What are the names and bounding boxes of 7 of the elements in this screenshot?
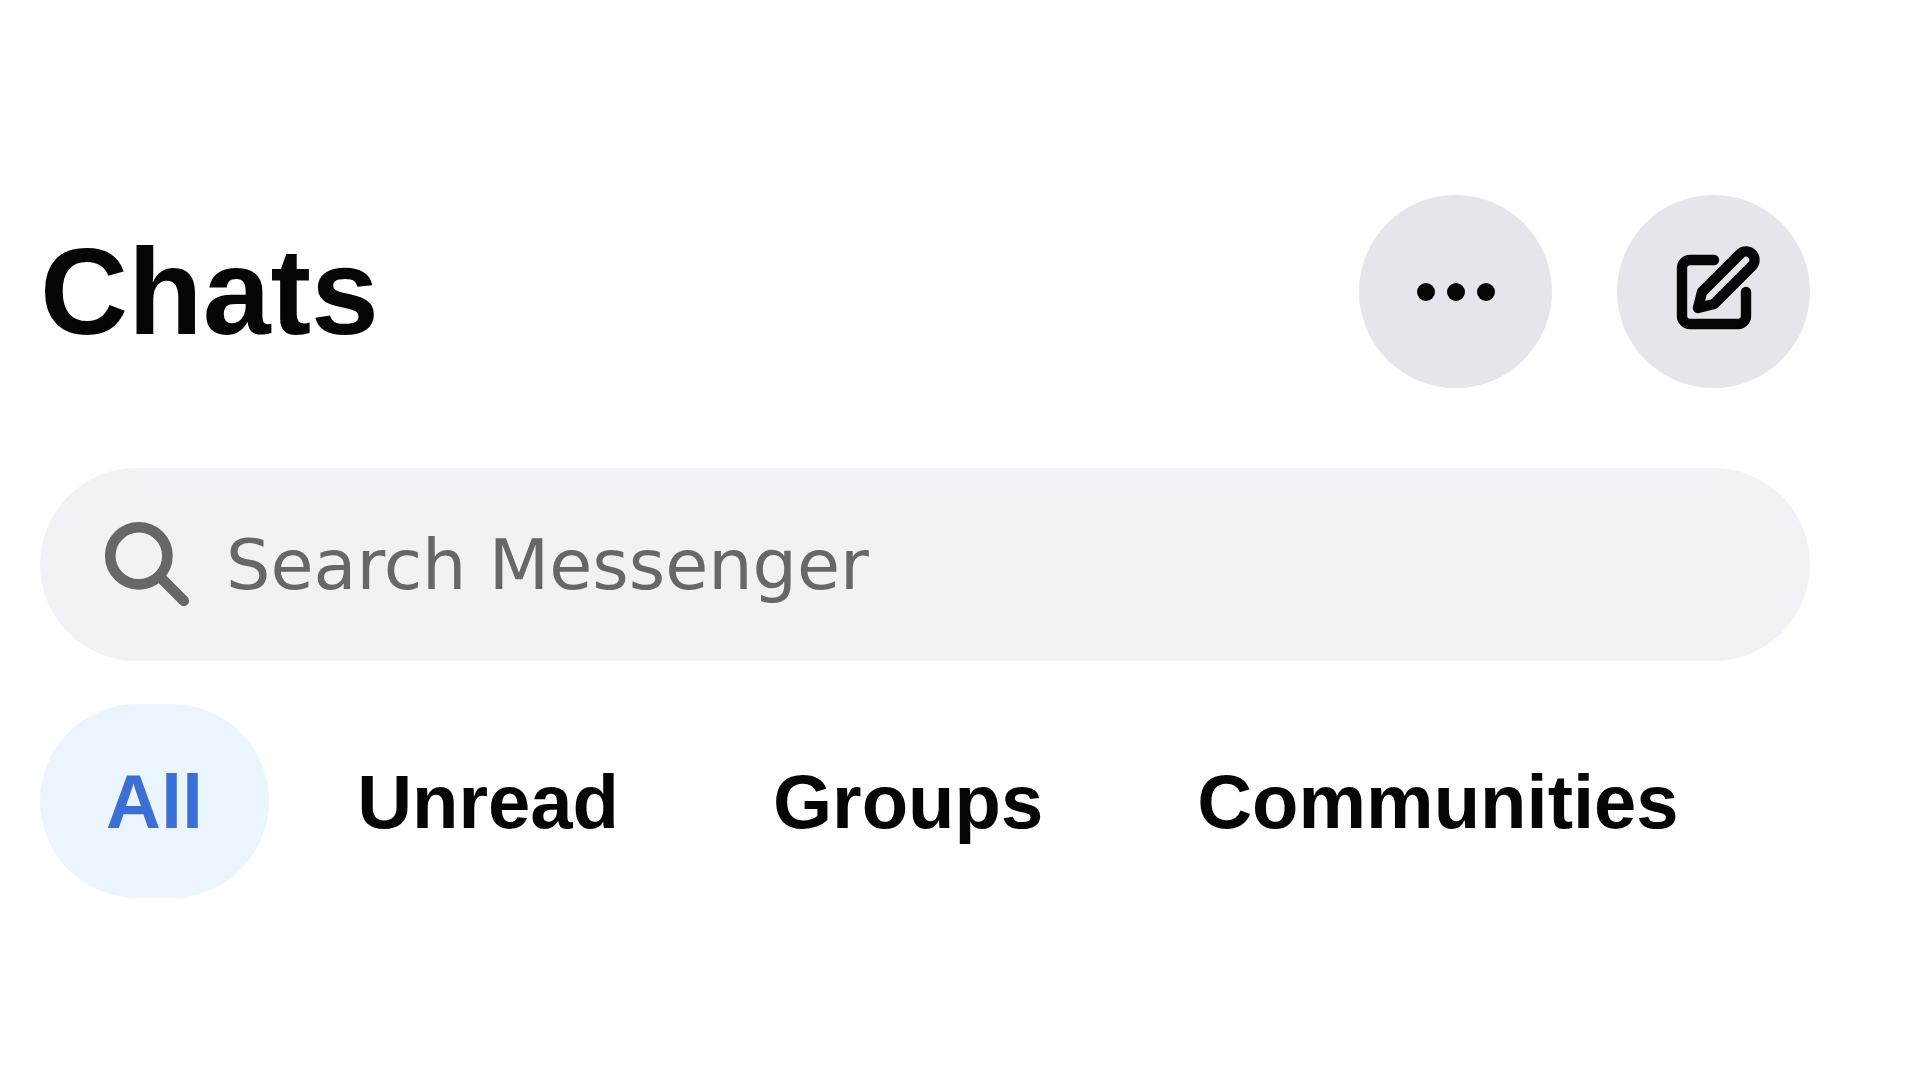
search-field[interactable]: Search Messenger — [40, 468, 1810, 661]
page-title: Chats — [40, 222, 379, 362]
filter-tab[interactable]: Communities — [1131, 704, 1745, 898]
more-icon — [1415, 281, 1496, 302]
filter-tab[interactable]: Unread — [291, 704, 685, 898]
filter-tab[interactable]: All — [40, 704, 270, 898]
filter-tab[interactable]: Groups — [706, 704, 1110, 898]
